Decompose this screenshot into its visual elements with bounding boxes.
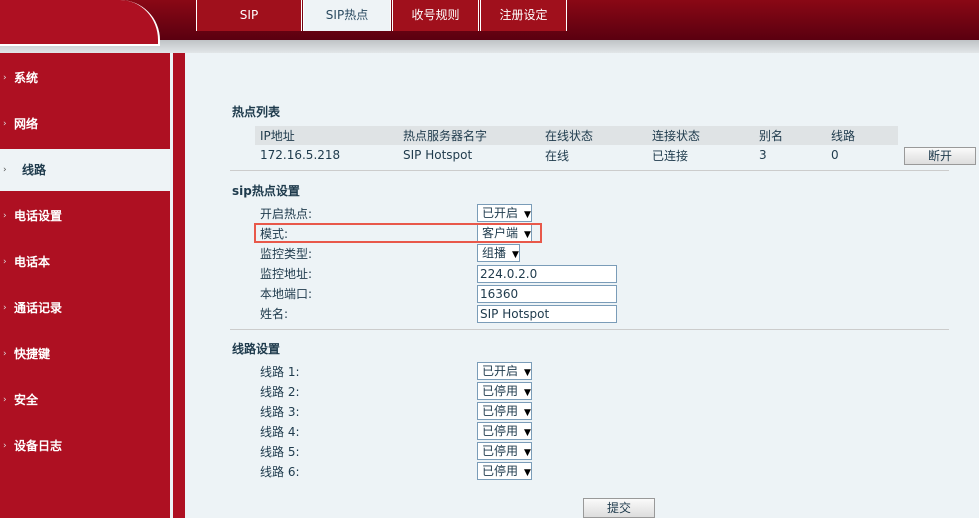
divider	[230, 170, 949, 171]
hotspot-list-title: 热点列表	[232, 105, 281, 119]
dropdown-arrow-icon: ▼	[524, 468, 531, 478]
table-row: 172.16.5.218 SIP Hotspot 在线 已连接 3 0	[255, 145, 898, 165]
chevron-right-icon: ›	[3, 303, 7, 313]
tab-2[interactable]: 收号规则	[392, 0, 479, 31]
select-value: 已停用	[482, 444, 519, 458]
line-label: 线路 1:	[260, 365, 300, 379]
table-cell: SIP Hotspot	[403, 148, 473, 162]
table-cell: 172.16.5.218	[260, 148, 341, 162]
chevron-right-icon: ›	[3, 257, 7, 267]
sidebar-item[interactable]: › 线路	[0, 149, 170, 191]
text-input[interactable]: SIP Hotspot	[477, 305, 617, 323]
line-label: 线路 4:	[260, 425, 300, 439]
sidebar-item[interactable]: › 网络	[0, 103, 170, 145]
sidebar-item-label: 设备日志	[14, 439, 63, 453]
sidebar-item[interactable]: › 快捷键	[0, 333, 170, 375]
select-field[interactable]: 组播 ▼	[477, 244, 520, 262]
lines-title: 线路设置	[232, 342, 281, 356]
line-select[interactable]: 已开启 ▼	[477, 362, 532, 380]
chevron-right-icon: ›	[3, 73, 7, 83]
select-value: 组播	[482, 246, 507, 260]
line-label: 线路 3:	[260, 405, 300, 419]
divider	[230, 329, 949, 330]
logo-area	[0, 0, 160, 46]
dropdown-arrow-icon: ▼	[524, 388, 531, 398]
column-header: 在线状态	[540, 126, 647, 145]
sidebar-item-label: 网络	[14, 117, 39, 131]
mode-highlight-box	[254, 223, 542, 243]
line-label: 线路 5:	[260, 445, 300, 459]
field-label: 开启热点:	[260, 207, 313, 221]
sidebar: › 系统 › 网络 › 线路 › 电话设置 › 电话本 › 通话记录 › 快捷键 › 安全 › 设备日志	[0, 53, 170, 518]
sidebar-item[interactable]: › 通话记录	[0, 287, 170, 329]
chevron-right-icon: ›	[3, 165, 7, 175]
table-cell: 0	[831, 148, 839, 162]
sidebar-item[interactable]: › 安全	[0, 379, 170, 421]
table-cell: 已连接	[652, 148, 689, 163]
submit-button[interactable]: 提交	[583, 498, 655, 518]
sidebar-item-label: 线路	[22, 163, 47, 177]
field-label: 本地端口:	[260, 287, 313, 301]
column-header: 连接状态	[647, 126, 754, 145]
sidebar-item[interactable]: › 系统	[0, 57, 170, 99]
sidebar-item-label: 快捷键	[14, 347, 51, 361]
text-input[interactable]: 224.0.2.0	[477, 265, 617, 283]
dropdown-arrow-icon: ▼	[524, 368, 531, 378]
sidebar-item-label: 系统	[14, 71, 39, 85]
table-cell: 3	[759, 148, 767, 162]
sidebar-divider	[173, 53, 185, 518]
select-field[interactable]: 已开启 ▼	[477, 204, 532, 222]
dropdown-arrow-icon: ▼	[512, 250, 519, 260]
select-value: 已开启	[482, 206, 519, 220]
sidebar-item[interactable]: › 设备日志	[0, 425, 170, 467]
line-select[interactable]: 已停用 ▼	[477, 402, 532, 420]
sidebar-item[interactable]: › 电话本	[0, 241, 170, 283]
line-label: 线路 2:	[260, 385, 300, 399]
dropdown-arrow-icon: ▼	[524, 428, 531, 438]
line-select[interactable]: 已停用 ▼	[477, 422, 532, 440]
text-input[interactable]: 16360	[477, 285, 617, 303]
sidebar-item-label: 电话设置	[14, 209, 63, 223]
line-select[interactable]: 已停用 ▼	[477, 382, 532, 400]
tab-1[interactable]: SIP热点	[303, 0, 391, 31]
line-select[interactable]: 已停用 ▼	[477, 462, 532, 480]
field-label: 监控地址:	[260, 267, 313, 281]
select-value: 已停用	[482, 424, 519, 438]
top-tabs: SIP SIP热点 收号规则 注册设定	[196, 0, 568, 31]
dropdown-arrow-icon: ▼	[524, 408, 531, 418]
column-header: 线路	[826, 126, 898, 145]
dropdown-arrow-icon: ▼	[524, 448, 531, 458]
select-value: 已停用	[482, 384, 519, 398]
line-label: 线路 6:	[260, 465, 300, 479]
table-cell: 在线	[545, 148, 570, 163]
dropdown-arrow-icon: ▼	[524, 210, 531, 220]
select-value: 已停用	[482, 404, 519, 418]
field-label: 姓名:	[260, 307, 289, 321]
tab-0[interactable]: SIP	[196, 0, 302, 31]
sidebar-item-label: 通话记录	[14, 301, 63, 315]
hotspot-table: IP地址 热点服务器名字 在线状态 连接状态 别名 线路 172.16.5.218 SIP H…	[255, 126, 898, 165]
main-content: 热点列表 IP地址 热点服务器名字 在线状态 连接状态 别名 线路 172.16.5.218…	[185, 53, 979, 518]
line-select[interactable]: 已停用 ▼	[477, 442, 532, 460]
sidebar-item-label: 电话本	[14, 255, 51, 269]
column-header: 热点服务器名字	[398, 126, 540, 145]
chevron-right-icon: ›	[3, 441, 7, 451]
disconnect-button[interactable]: 断开	[904, 147, 976, 165]
chevron-right-icon: ›	[3, 211, 7, 221]
sidebar-item-label: 安全	[14, 393, 39, 407]
chevron-right-icon: ›	[3, 119, 7, 129]
column-header: 别名	[754, 126, 826, 145]
chevron-right-icon: ›	[3, 349, 7, 359]
select-value: 已开启	[482, 364, 519, 378]
sidebar-item[interactable]: › 电话设置	[0, 195, 170, 237]
settings-title: sip热点设置	[232, 184, 300, 198]
tab-3[interactable]: 注册设定	[480, 0, 567, 31]
select-value: 已停用	[482, 464, 519, 478]
field-label: 监控类型:	[260, 247, 313, 261]
column-header: IP地址	[255, 126, 398, 145]
chevron-right-icon: ›	[3, 395, 7, 405]
